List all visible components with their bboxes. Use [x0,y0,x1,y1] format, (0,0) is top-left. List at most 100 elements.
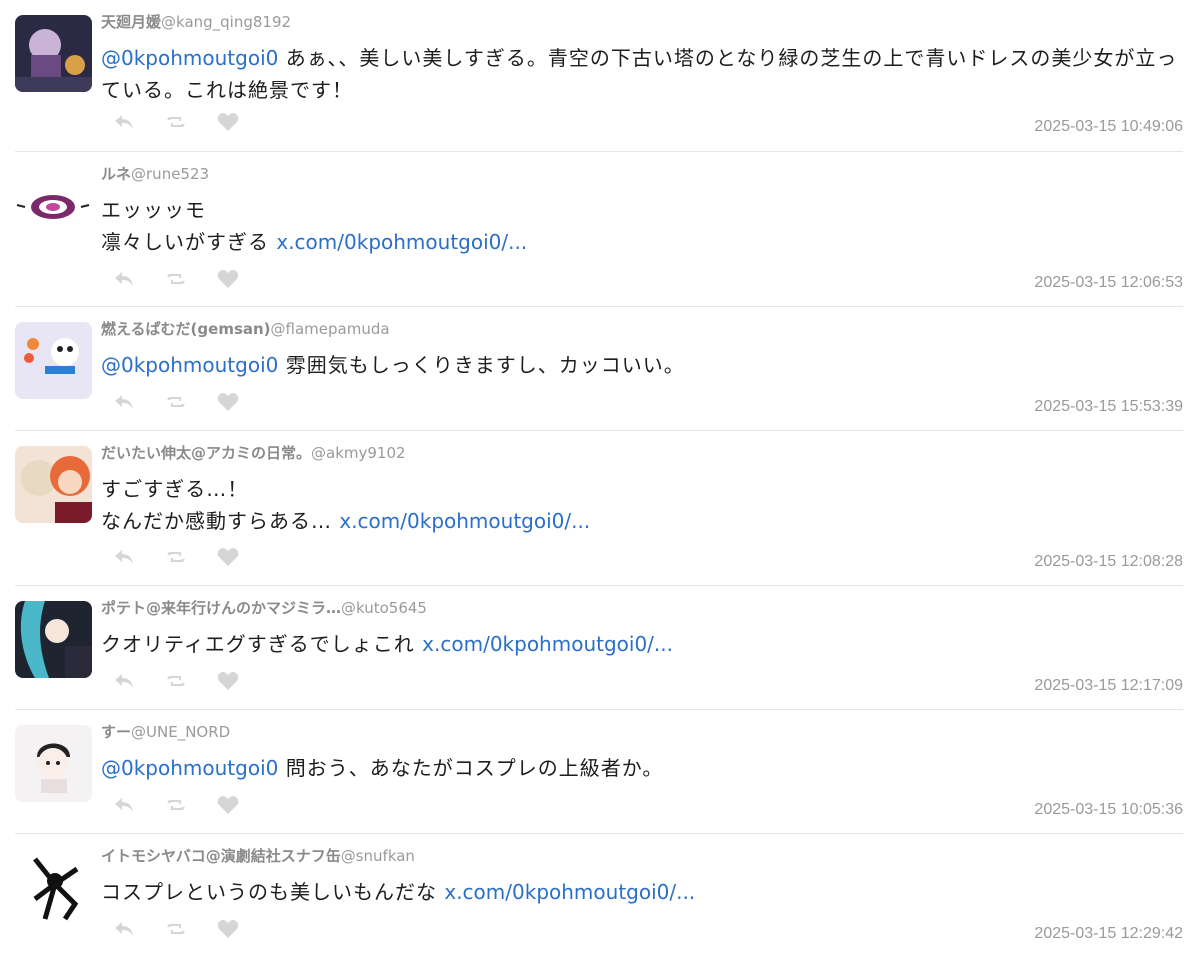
reply-actions [112,393,240,415]
reply-author: イトモシヤバコ@演劇結社スナフ缶@snufkan [101,846,415,866]
retweet-button[interactable] [164,920,188,942]
heart-icon [217,919,239,943]
mention-link[interactable]: @0kpohmoutgoi0 [101,46,278,70]
retweet-button[interactable] [164,113,188,135]
display-name[interactable]: 燃えるぱむだ(gemsan) [101,320,271,338]
like-button[interactable] [216,393,240,415]
reply-button[interactable] [112,548,136,570]
heart-icon [217,269,239,293]
user-handle[interactable]: @kang_qing8192 [161,13,291,31]
avatar[interactable] [15,725,92,802]
retweet-icon [165,919,187,943]
reply-text: すごすぎる…！ なんだか感動すらある… x.com/0kpohmoutgoi0/… [101,473,1183,537]
reply-item: すー@UNE_NORD @0kpohmoutgoi0 問おう、あなたがコスプレの… [15,710,1183,834]
reply-button[interactable] [112,393,136,415]
like-button[interactable] [216,796,240,818]
reply-body: 雰囲気もしっくりきますし、カッコいい。 [278,353,685,377]
heart-icon [217,795,239,819]
reply-button[interactable] [112,672,136,694]
tweet-link[interactable]: x.com/0kpohmoutgoi0/... [339,509,590,533]
user-handle[interactable]: @UNE_NORD [131,723,230,741]
reply-actions [112,548,240,570]
reply-body: すごすぎる…！ [101,477,249,501]
retweet-icon [165,269,187,293]
reply-item: イトモシヤバコ@演劇結社スナフ缶@snufkan コスプレというのも美しいもんだ… [15,834,1183,953]
reply-icon [113,547,135,571]
display-name[interactable]: ポテト@来年行けんのかマジミラ… [101,599,341,617]
reply-author: 燃えるぱむだ(gemsan)@flamepamuda [101,319,390,339]
retweet-icon [165,547,187,571]
avatar[interactable] [15,15,92,92]
reply-timestamp[interactable]: 2025-03-15 15:53:39 [1034,398,1183,416]
retweet-button[interactable] [164,270,188,292]
retweet-icon [165,112,187,136]
avatar[interactable] [15,322,92,399]
reply-button[interactable] [112,920,136,942]
reply-icon [113,392,135,416]
display-name[interactable]: ルネ [101,165,131,183]
reply-author: 天廻月媛@kang_qing8192 [101,12,291,32]
tweet-link[interactable]: x.com/0kpohmoutgoi0/... [422,632,673,656]
retweet-button[interactable] [164,672,188,694]
display-name[interactable]: 天廻月媛 [101,13,161,31]
mention-link[interactable]: @0kpohmoutgoi0 [101,353,278,377]
mention-link[interactable]: @0kpohmoutgoi0 [101,756,278,780]
retweet-icon [165,795,187,819]
reply-feed: 天廻月媛@kang_qing8192 @0kpohmoutgoi0 あぁ、、美し… [0,0,1200,953]
reply-text: エッッッモ 凛々しいがすぎる x.com/0kpohmoutgoi0/... [101,194,1183,258]
retweet-icon [165,671,187,695]
display-name[interactable]: だいたい伸太@アカミの日常。 [101,444,311,462]
reply-icon [113,671,135,695]
avatar[interactable] [15,446,92,523]
reply-timestamp[interactable]: 2025-03-15 10:49:06 [1034,118,1183,136]
heart-icon [217,112,239,136]
reply-body: コスプレというのも美しいもんだな [101,880,445,904]
reply-item: ルネ@rune523 エッッッモ 凛々しいがすぎる x.com/0kpohmou… [15,152,1183,307]
avatar[interactable] [15,601,92,678]
reply-timestamp[interactable]: 2025-03-15 12:06:53 [1034,274,1183,292]
reply-button[interactable] [112,270,136,292]
like-button[interactable] [216,672,240,694]
tweet-link[interactable]: x.com/0kpohmoutgoi0/... [276,230,527,254]
retweet-icon [165,392,187,416]
reply-item: ポテト@来年行けんのかマジミラ…@kuto5645 クオリティエグすぎるでしょこ… [15,586,1183,710]
user-handle[interactable]: @kuto5645 [341,599,427,617]
reply-timestamp[interactable]: 2025-03-15 12:08:28 [1034,553,1183,571]
retweet-button[interactable] [164,548,188,570]
reply-button[interactable] [112,796,136,818]
reply-icon [113,919,135,943]
user-handle[interactable]: @snufkan [341,847,415,865]
reply-actions [112,672,240,694]
reply-body-line-2: 凛々しいがすぎる x.com/0kpohmoutgoi0/... [101,226,1183,258]
retweet-button[interactable] [164,393,188,415]
reply-text: @0kpohmoutgoi0 雰囲気もしっくりきますし、カッコいい。 [101,349,1183,381]
reply-icon [113,795,135,819]
user-handle[interactable]: @akmy9102 [311,444,406,462]
reply-timestamp[interactable]: 2025-03-15 12:29:42 [1034,925,1183,943]
display-name[interactable]: すー [101,723,131,741]
tweet-link[interactable]: x.com/0kpohmoutgoi0/... [444,880,695,904]
like-button[interactable] [216,113,240,135]
like-button[interactable] [216,548,240,570]
reply-text: クオリティエグすぎるでしょこれ x.com/0kpohmoutgoi0/... [101,628,1183,660]
heart-icon [217,547,239,571]
reply-icon [113,269,135,293]
heart-icon [217,392,239,416]
user-handle[interactable]: @rune523 [131,165,209,183]
reply-author: ルネ@rune523 [101,164,209,184]
reply-body: クオリティエグすぎるでしょこれ [101,632,423,656]
display-name[interactable]: イトモシヤバコ@演劇結社スナフ缶 [101,847,341,865]
reply-timestamp[interactable]: 2025-03-15 12:17:09 [1034,677,1183,695]
reply-author: ポテト@来年行けんのかマジミラ…@kuto5645 [101,598,427,618]
retweet-button[interactable] [164,796,188,818]
avatar[interactable] [15,849,92,926]
reply-button[interactable] [112,113,136,135]
user-handle[interactable]: @flamepamuda [271,320,390,338]
avatar[interactable] [15,167,92,244]
reply-item: 天廻月媛@kang_qing8192 @0kpohmoutgoi0 あぁ、、美し… [15,0,1183,152]
reply-text: コスプレというのも美しいもんだな x.com/0kpohmoutgoi0/... [101,876,1183,908]
like-button[interactable] [216,270,240,292]
heart-icon [217,671,239,695]
reply-timestamp[interactable]: 2025-03-15 10:05:36 [1034,801,1183,819]
like-button[interactable] [216,920,240,942]
